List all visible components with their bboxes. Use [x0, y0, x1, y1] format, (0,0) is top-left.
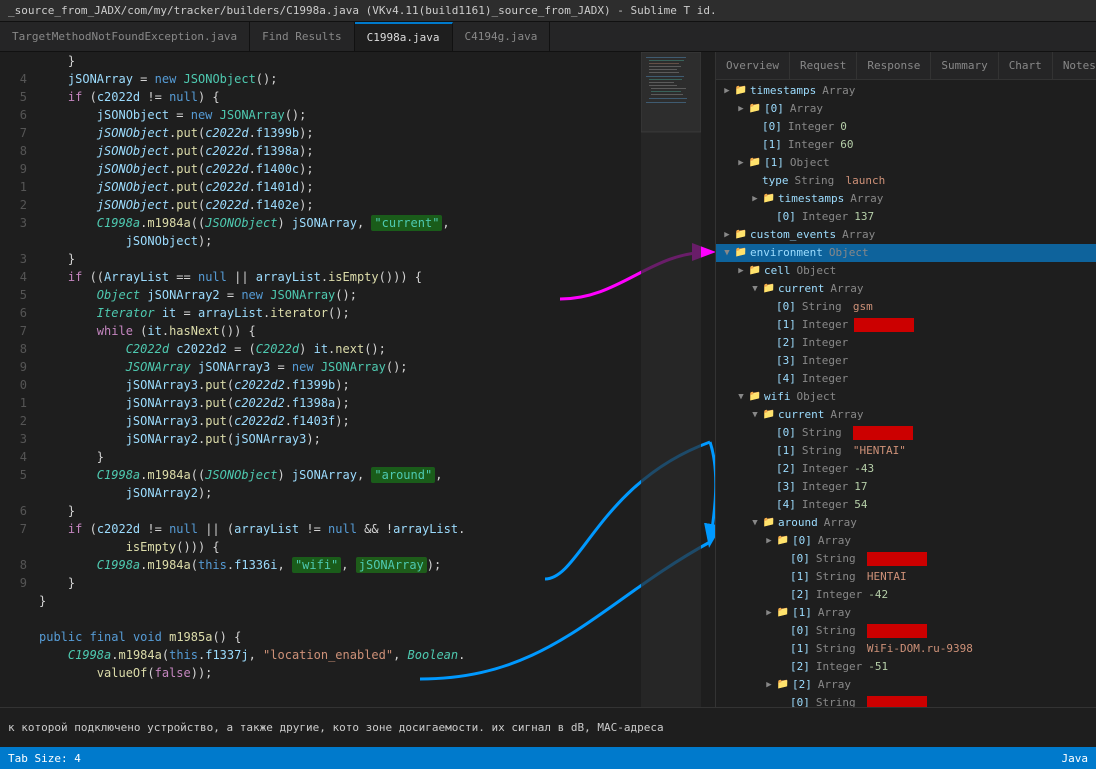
- code-line: valueOf(false));: [0, 664, 715, 682]
- code-panel: } 4 jSONArray = new JSONObject(); 5 if (…: [0, 52, 715, 707]
- code-line: 5 Object jSONArray2 = new JSONArray();: [0, 286, 715, 304]
- code-line: 0 jSONArray3.put(c2022d2.f1399b);: [0, 376, 715, 394]
- code-line: 7 if (c2022d != null || (arrayList != nu…: [0, 520, 715, 538]
- code-line: 6 jSONObject = new JSONArray();: [0, 106, 715, 124]
- tree-row[interactable]: [4] Integer 54: [716, 496, 1096, 514]
- tree-row[interactable]: ▼ 📁 current Array: [716, 406, 1096, 424]
- tree-row[interactable]: [0] String: [716, 622, 1096, 640]
- tree-row[interactable]: type String launch: [716, 172, 1096, 190]
- status-bar: Tab Size: 4 Java: [0, 747, 1096, 769]
- code-line: 5 C1998a.m1984a((JSONObject) jSONArray, …: [0, 466, 715, 484]
- tree-row[interactable]: ▶ 📁 [1] Object: [716, 154, 1096, 172]
- tree-row[interactable]: ▶ 📁 custom_events Array: [716, 226, 1096, 244]
- tree-row[interactable]: ▶ 📁 timestamps Array: [716, 82, 1096, 100]
- bottom-text: к которой подключено устройство, а также…: [8, 721, 664, 734]
- tree-row[interactable]: [0] Integer 0: [716, 118, 1096, 136]
- tab-summary[interactable]: Summary: [931, 52, 998, 79]
- tree-row[interactable]: [0] Integer 137: [716, 208, 1096, 226]
- code-line: jSONArray2);: [0, 484, 715, 502]
- tree-row[interactable]: ▼ 📁 current Array: [716, 280, 1096, 298]
- tree-row[interactable]: [0] String: [716, 424, 1096, 442]
- code-line: 2 jSONArray3.put(c2022d2.f1403f);: [0, 412, 715, 430]
- title-text: _source_from_JADX/com/my/tracker/builder…: [8, 4, 717, 17]
- status-right: Java: [1062, 752, 1089, 765]
- code-line: 4 if ((ArrayList == null || arrayList.is…: [0, 268, 715, 286]
- main-content: } 4 jSONArray = new JSONObject(); 5 if (…: [0, 52, 1096, 707]
- tree-row[interactable]: ▶ 📁 [0] Array: [716, 532, 1096, 550]
- code-line: public final void m1985a() {: [0, 628, 715, 646]
- code-line: 1 jSONArray3.put(c2022d2.f1398a);: [0, 394, 715, 412]
- tab-c1998a[interactable]: C1998a.java: [355, 22, 453, 51]
- code-line: 8 C2022d c2022d2 = (C2022d) it.next();: [0, 340, 715, 358]
- code-line: [0, 610, 715, 628]
- code-line: 9 jSONObject.put(c2022d.f1400c);: [0, 160, 715, 178]
- right-panel-tabs: Overview Request Response Summary Chart …: [716, 52, 1096, 80]
- tab-overview[interactable]: Overview: [716, 52, 790, 79]
- tab-notes[interactable]: Notes: [1053, 52, 1096, 79]
- code-line: 7 jSONObject.put(c2022d.f1399b);: [0, 124, 715, 142]
- tree-row[interactable]: ▼ 📁 wifi Object: [716, 388, 1096, 406]
- tree-row[interactable]: [0] String gsm: [716, 298, 1096, 316]
- tree-row[interactable]: [2] Integer -51: [716, 658, 1096, 676]
- tree-row[interactable]: ▼ 📁 around Array: [716, 514, 1096, 532]
- tree-row[interactable]: [1] String WiFi-DOM.ru-9398: [716, 640, 1096, 658]
- tree-row[interactable]: [2] Integer -43: [716, 460, 1096, 478]
- code-line: 4 }: [0, 448, 715, 466]
- tab-targetmethod[interactable]: TargetMethodNotFoundException.java: [0, 22, 250, 51]
- tree-row[interactable]: [2] Integer -42: [716, 586, 1096, 604]
- tree-row[interactable]: [3] Integer: [716, 352, 1096, 370]
- tree-row[interactable]: ▶ 📁 cell Object: [716, 262, 1096, 280]
- code-line: 5 if (c2022d != null) {: [0, 88, 715, 106]
- tab-response[interactable]: Response: [857, 52, 931, 79]
- code-line: 7 while (it.hasNext()) {: [0, 322, 715, 340]
- code-line: 1 jSONObject.put(c2022d.f1401d);: [0, 178, 715, 196]
- code-line: 9 JSONArray jSONArray3 = new JSONArray()…: [0, 358, 715, 376]
- code-line: isEmpty())) {: [0, 538, 715, 556]
- tab-c4194g[interactable]: C4194g.java: [453, 22, 551, 51]
- code-line: 9 }: [0, 574, 715, 592]
- tab-chart[interactable]: Chart: [999, 52, 1053, 79]
- code-line: 6 }: [0, 502, 715, 520]
- code-line: }: [0, 52, 715, 70]
- tree-row-environment[interactable]: ▼ 📁 environment Object: [716, 244, 1096, 262]
- bottom-panel: к которой подключено устройство, а также…: [0, 707, 1096, 747]
- tree-row[interactable]: ▶ 📁 timestamps Array: [716, 190, 1096, 208]
- code-line: 3 }: [0, 250, 715, 268]
- tree-row[interactable]: ▶ 📁 [1] Array: [716, 604, 1096, 622]
- tree-row[interactable]: [1] String "HENTAI": [716, 442, 1096, 460]
- status-left: Tab Size: 4: [8, 752, 81, 765]
- tab-request[interactable]: Request: [790, 52, 857, 79]
- tree-row[interactable]: [1] Integer: [716, 316, 1096, 334]
- code-editor[interactable]: } 4 jSONArray = new JSONObject(); 5 if (…: [0, 52, 715, 707]
- code-line: 6 Iterator it = arrayList.iterator();: [0, 304, 715, 322]
- tree-row[interactable]: [1] Integer 60: [716, 136, 1096, 154]
- tab-findresults[interactable]: Find Results: [250, 22, 354, 51]
- code-line: 3 jSONArray2.put(jSONArray3);: [0, 430, 715, 448]
- tree-row[interactable]: [2] Integer: [716, 334, 1096, 352]
- tree-row[interactable]: [0] String: [716, 550, 1096, 568]
- code-line: C1998a.m1984a(this.f1337j, "location_ena…: [0, 646, 715, 664]
- tree-row[interactable]: [3] Integer 17: [716, 478, 1096, 496]
- tree-row[interactable]: ▶ 📁 [2] Array: [716, 676, 1096, 694]
- tab-bar: TargetMethodNotFoundException.java Find …: [0, 22, 1096, 52]
- tree-row[interactable]: [1] String HENTAI: [716, 568, 1096, 586]
- code-line: 3 C1998a.m1984a((JSONObject) jSONArray, …: [0, 214, 715, 232]
- tree-row[interactable]: [4] Integer: [716, 370, 1096, 388]
- json-tree-view[interactable]: ▶ 📁 timestamps Array ▶ 📁 [0] Array [0] I…: [716, 80, 1096, 707]
- code-line: 8 jSONObject.put(c2022d.f1398a);: [0, 142, 715, 160]
- right-panel: Overview Request Response Summary Chart …: [715, 52, 1096, 707]
- code-line: 8 C1998a.m1984a(this.f1336i, "wifi", jSO…: [0, 556, 715, 574]
- code-line: 4 jSONArray = new JSONObject();: [0, 70, 715, 88]
- code-line: }: [0, 592, 715, 610]
- tree-row[interactable]: [0] String: [716, 694, 1096, 707]
- code-line: jSONObject);: [0, 232, 715, 250]
- code-minimap: [641, 52, 701, 707]
- title-bar: _source_from_JADX/com/my/tracker/builder…: [0, 0, 1096, 22]
- code-line: 2 jSONObject.put(c2022d.f1402e);: [0, 196, 715, 214]
- tree-row[interactable]: ▶ 📁 [0] Array: [716, 100, 1096, 118]
